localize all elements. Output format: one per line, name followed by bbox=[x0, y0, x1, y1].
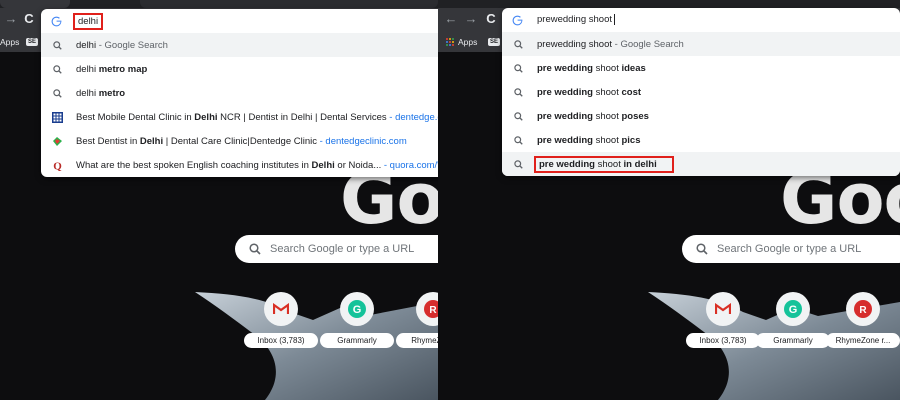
svg-text:R: R bbox=[859, 305, 867, 316]
suggestion-row[interactable]: prewedding shoot - Google Search bbox=[502, 32, 900, 56]
bookmark-se[interactable]: SE bbox=[488, 36, 501, 48]
gmail-icon bbox=[706, 292, 740, 326]
forward-icon[interactable]: → bbox=[4, 12, 18, 26]
search-icon bbox=[696, 243, 708, 255]
suggestion-row[interactable]: Q What are the best spoken English coach… bbox=[41, 153, 438, 177]
apps-grid-icon bbox=[446, 37, 455, 47]
shortcut-rhymezone[interactable]: R RhymeZone bbox=[396, 292, 438, 348]
suggestion-row[interactable]: delhi metro map bbox=[41, 57, 438, 81]
rhymezone-icon: R bbox=[846, 292, 880, 326]
gmail-icon bbox=[264, 292, 298, 326]
suggestion-row[interactable]: pre wedding shoot in delhi bbox=[502, 152, 900, 176]
shortcut-grammarly[interactable]: G Grammarly bbox=[756, 292, 830, 348]
left-browser-window: → C Apps SE Goo Search bbox=[0, 0, 438, 400]
svg-text:G: G bbox=[353, 304, 362, 316]
browser-tab[interactable] bbox=[0, 0, 70, 8]
svg-text:R: R bbox=[429, 305, 437, 316]
quora-icon: Q bbox=[51, 159, 63, 171]
reload-icon[interactable]: C bbox=[22, 12, 36, 26]
apps-label: Apps bbox=[0, 37, 20, 47]
shortcut-inbox[interactable]: Inbox (3,783) bbox=[686, 292, 760, 348]
shortcut-label: RhymeZone r... bbox=[826, 333, 900, 348]
search-placeholder: Search Google or type a URL bbox=[270, 243, 415, 255]
screenshot-stage: → C Apps SE Goo Search bbox=[0, 0, 900, 400]
forward-icon[interactable]: → bbox=[464, 12, 478, 26]
search-icon bbox=[512, 110, 524, 122]
shortcut-label: RhymeZone bbox=[396, 333, 438, 348]
search-icon bbox=[512, 134, 524, 146]
browser-tab-active[interactable] bbox=[140, 0, 438, 8]
omnibox[interactable]: delhi bbox=[41, 9, 438, 33]
search-icon bbox=[51, 87, 63, 99]
ntp-search-box[interactable]: Search Google or type a URL bbox=[235, 235, 438, 263]
shortcut-label: Inbox (3,783) bbox=[244, 333, 318, 348]
text-cursor bbox=[614, 14, 615, 26]
shortcut-label: Grammarly bbox=[320, 333, 394, 348]
bookmark-apps[interactable]: Apps bbox=[0, 36, 19, 48]
omnibox-dropdown: prewedding shoot prewedding shoot - Goog… bbox=[502, 8, 900, 176]
right-browser-window: ← → C Apps SE Goog bbox=[438, 0, 900, 400]
search-placeholder: Search Google or type a URL bbox=[717, 243, 862, 255]
back-icon[interactable]: ← bbox=[444, 12, 458, 26]
tab-strip bbox=[438, 0, 900, 8]
shortcut-grammarly[interactable]: G Grammarly bbox=[320, 292, 394, 348]
suggestion-row[interactable]: pre wedding shoot poses bbox=[502, 104, 900, 128]
search-icon bbox=[249, 243, 261, 255]
search-icon bbox=[512, 86, 524, 98]
rhymezone-icon: R bbox=[416, 292, 438, 326]
omnibox-input[interactable]: prewedding shoot bbox=[537, 14, 615, 26]
shortcut-label: Grammarly bbox=[756, 333, 830, 348]
google-g-icon bbox=[51, 16, 62, 26]
suggestion-row[interactable]: pre wedding shoot cost bbox=[502, 80, 900, 104]
grammarly-icon: G bbox=[776, 292, 810, 326]
bookmark-se[interactable]: SE bbox=[26, 36, 39, 48]
shortcut-inbox[interactable]: Inbox (3,783) bbox=[244, 292, 318, 348]
svg-text:G: G bbox=[789, 304, 798, 316]
suggestion-row[interactable]: Best Dentist in Delhi | Dental Care Clin… bbox=[41, 129, 438, 153]
highlighted-suggestion: pre wedding shoot in delhi bbox=[534, 155, 674, 173]
search-icon bbox=[512, 38, 524, 50]
dental-leaf-icon bbox=[51, 135, 63, 147]
grammarly-icon: G bbox=[340, 292, 374, 326]
search-icon bbox=[51, 63, 63, 75]
suggestion-row[interactable]: delhi metro bbox=[41, 81, 438, 105]
se-bookmark-icon: SE bbox=[488, 38, 501, 46]
suggestion-row[interactable]: Best Mobile Dental Clinic in Delhi NCR |… bbox=[41, 105, 438, 129]
shortcut-rhymezone[interactable]: R RhymeZone r... bbox=[826, 292, 900, 348]
suggestion-row[interactable]: pre wedding shoot pics bbox=[502, 128, 900, 152]
omnibox[interactable]: prewedding shoot bbox=[502, 8, 900, 32]
ntp-search-box[interactable]: Search Google or type a URL bbox=[682, 235, 900, 263]
suggestion-row[interactable]: delhi - Google Search bbox=[41, 33, 438, 57]
tab-strip bbox=[0, 0, 438, 8]
suggestion-row[interactable]: pre wedding shoot ideas bbox=[502, 56, 900, 80]
search-icon bbox=[51, 39, 63, 51]
omnibox-dropdown: delhi delhi - Google Search delhi metro … bbox=[41, 9, 438, 177]
google-g-icon bbox=[512, 15, 523, 25]
svg-text:Q: Q bbox=[53, 160, 62, 171]
site-grid-icon bbox=[51, 111, 63, 123]
apps-label: Apps bbox=[458, 37, 478, 47]
search-icon bbox=[512, 158, 524, 170]
se-bookmark-icon: SE bbox=[26, 38, 39, 46]
shortcut-label: Inbox (3,783) bbox=[686, 333, 760, 348]
search-icon bbox=[512, 62, 524, 74]
bookmark-apps[interactable]: Apps bbox=[446, 36, 477, 48]
reload-icon[interactable]: C bbox=[484, 12, 498, 26]
omnibox-input[interactable]: delhi bbox=[72, 12, 104, 30]
